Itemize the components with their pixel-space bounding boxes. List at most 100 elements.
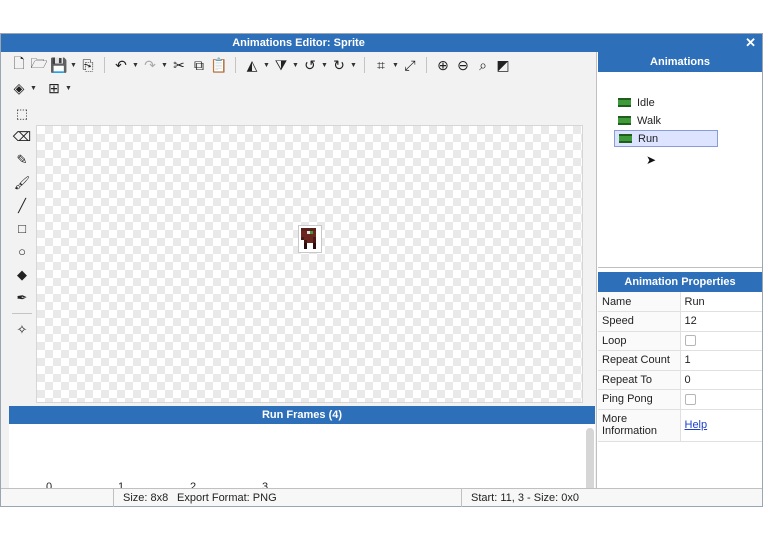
eraser-tool-icon[interactable]: ⌫	[9, 125, 35, 148]
status-selection: Start: 11, 3 - Size: 0x0	[471, 492, 580, 504]
animations-list: Idle Walk Run ➤	[598, 72, 762, 268]
fill-tool-icon[interactable]: ◆	[9, 263, 35, 286]
flip-vertical-icon[interactable]: ⧩	[271, 55, 291, 75]
animation-item-run[interactable]: Run	[614, 130, 718, 147]
grid-dropdown-icon[interactable]: ▼	[64, 85, 73, 92]
help-link[interactable]: Help	[685, 419, 708, 431]
undo-dropdown-icon[interactable]: ▼	[131, 62, 140, 69]
paste-icon[interactable]: 📋	[209, 55, 229, 75]
properties-title: Animation Properties	[598, 272, 762, 292]
speed-value[interactable]: 12	[680, 311, 762, 332]
animations-title: Animations	[598, 52, 762, 72]
rotate-left-icon[interactable]: ↺	[300, 55, 320, 75]
name-value[interactable]: Run	[680, 292, 762, 312]
rectangle-tool-icon[interactable]: □	[9, 217, 35, 240]
property-key: Ping Pong	[598, 389, 681, 410]
frames-scrollbar[interactable]	[586, 428, 594, 496]
tools-divider	[12, 313, 32, 314]
status-divider	[113, 489, 114, 507]
status-divider	[461, 489, 462, 507]
open-icon[interactable]: 🗁	[29, 55, 49, 75]
property-key: More Information	[598, 409, 681, 442]
eyedropper-tool-icon[interactable]: ✒	[9, 286, 35, 309]
export-icon[interactable]: ⎘	[78, 55, 98, 75]
sprite-frame-image	[298, 225, 322, 253]
animations-editor-window: Animations Editor: Sprite ✕ 🗋 🗁 💾 ▼ ⎘ ↶ …	[0, 33, 763, 507]
move-tool-icon[interactable]: ✧	[9, 318, 35, 341]
property-key: Repeat To	[598, 370, 681, 390]
new-icon[interactable]: 🗋	[9, 55, 29, 75]
secondary-toolbar: ◈ ▼ ⊞ ▼	[9, 77, 73, 99]
repeat-to-value[interactable]: 0	[680, 370, 762, 390]
zoom-reset-icon[interactable]: ⌕	[473, 55, 493, 75]
toolbar-divider	[235, 57, 236, 73]
undo-icon[interactable]: ↶	[111, 55, 131, 75]
toolbar-divider	[364, 57, 365, 73]
animation-item-walk[interactable]: Walk	[614, 112, 718, 129]
loop-checkbox[interactable]	[684, 335, 696, 347]
window-title: Animations Editor: Sprite	[232, 37, 365, 49]
crop-dropdown-icon[interactable]: ▼	[391, 62, 400, 69]
property-key: Speed	[598, 311, 681, 332]
properties-table: Name Run Speed 12 Loop Repeat Count 1 Re…	[598, 292, 762, 442]
animation-item-idle[interactable]: Idle	[614, 94, 718, 111]
cut-icon[interactable]: ✂	[169, 55, 189, 75]
selection-tool-icon[interactable]: ⬚	[9, 102, 35, 125]
layers-icon[interactable]: ◈	[9, 78, 29, 98]
main-toolbar: 🗋 🗁 💾 ▼ ⎘ ↶ ▼ ↷ ▼ ✂ ⧉ 📋 ◭ ▼ ⧩ ▼ ↺ ▼ ↻ ▼ …	[9, 54, 513, 76]
line-tool-icon[interactable]: ╱	[9, 194, 35, 217]
flip-horizontal-dropdown-icon[interactable]: ▼	[262, 62, 271, 69]
loop-cell	[680, 331, 762, 351]
rotate-left-dropdown-icon[interactable]: ▼	[320, 62, 329, 69]
repeat-count-value[interactable]: 1	[680, 350, 762, 371]
rotate-right-dropdown-icon[interactable]: ▼	[349, 62, 358, 69]
property-key: Repeat Count	[598, 350, 681, 371]
property-row: Repeat To 0	[598, 370, 762, 390]
copy-icon[interactable]: ⧉	[189, 55, 209, 75]
film-strip-icon	[619, 134, 632, 143]
crop-icon[interactable]: ⌗	[371, 55, 391, 75]
ping-pong-checkbox[interactable]	[684, 393, 696, 405]
title-bar: Animations Editor: Sprite ✕	[1, 34, 762, 52]
status-size: Size: 8x8	[123, 492, 169, 504]
flip-vertical-dropdown-icon[interactable]: ▼	[291, 62, 300, 69]
save-icon[interactable]: 💾	[49, 55, 69, 75]
right-sidebar: Animations Idle Walk Run ➤ Animation Pro…	[598, 52, 762, 488]
rotate-right-icon[interactable]: ↻	[329, 55, 349, 75]
more-info-cell: Help	[680, 409, 762, 442]
property-row: More Information Help	[598, 409, 762, 442]
zoom-in-icon[interactable]: ⊕	[433, 55, 453, 75]
mouse-pointer-icon: ➤	[646, 153, 657, 167]
status-export-format: Export Format: PNG	[177, 492, 277, 504]
ping-pong-cell	[680, 389, 762, 410]
resize-icon[interactable]: ⤢	[400, 55, 420, 75]
film-strip-icon	[618, 116, 631, 125]
zoom-out-icon[interactable]: ⊖	[453, 55, 473, 75]
property-row: Name Run	[598, 292, 762, 312]
toolbar-divider	[426, 57, 427, 73]
save-dropdown-icon[interactable]: ▼	[69, 62, 78, 69]
invert-icon[interactable]: ◩	[493, 55, 513, 75]
property-row: Ping Pong	[598, 389, 762, 410]
flip-horizontal-icon[interactable]: ◭	[242, 55, 262, 75]
toolbar-divider	[104, 57, 105, 73]
layers-dropdown-icon[interactable]: ▼	[29, 85, 38, 92]
property-key: Name	[598, 292, 681, 312]
brush-tool-icon[interactable]: 🖌	[9, 171, 35, 194]
status-bar: Size: 8x8 Export Format: PNG Start: 11, …	[1, 488, 762, 507]
sprite-canvas[interactable]	[36, 125, 583, 403]
close-icon[interactable]: ✕	[745, 35, 756, 51]
editor-area: 🗋 🗁 💾 ▼ ⎘ ↶ ▼ ↷ ▼ ✂ ⧉ 📋 ◭ ▼ ⧩ ▼ ↺ ▼ ↻ ▼ …	[1, 52, 597, 502]
redo-dropdown-icon[interactable]: ▼	[160, 62, 169, 69]
animation-label: Idle	[637, 96, 655, 109]
drawing-tools: ⬚ ⌫ ✎ 🖌 ╱ □ ○ ◆ ✒ ✧	[9, 102, 35, 402]
animation-label: Walk	[637, 114, 662, 127]
redo-icon[interactable]: ↷	[140, 55, 160, 75]
animation-label: Run	[638, 132, 659, 145]
frames-title: Run Frames (4)	[9, 406, 595, 424]
ellipse-tool-icon[interactable]: ○	[9, 240, 35, 263]
pencil-tool-icon[interactable]: ✎	[9, 148, 35, 171]
grid-icon[interactable]: ⊞	[44, 78, 64, 98]
property-key: Loop	[598, 331, 681, 351]
property-row: Loop	[598, 331, 762, 351]
